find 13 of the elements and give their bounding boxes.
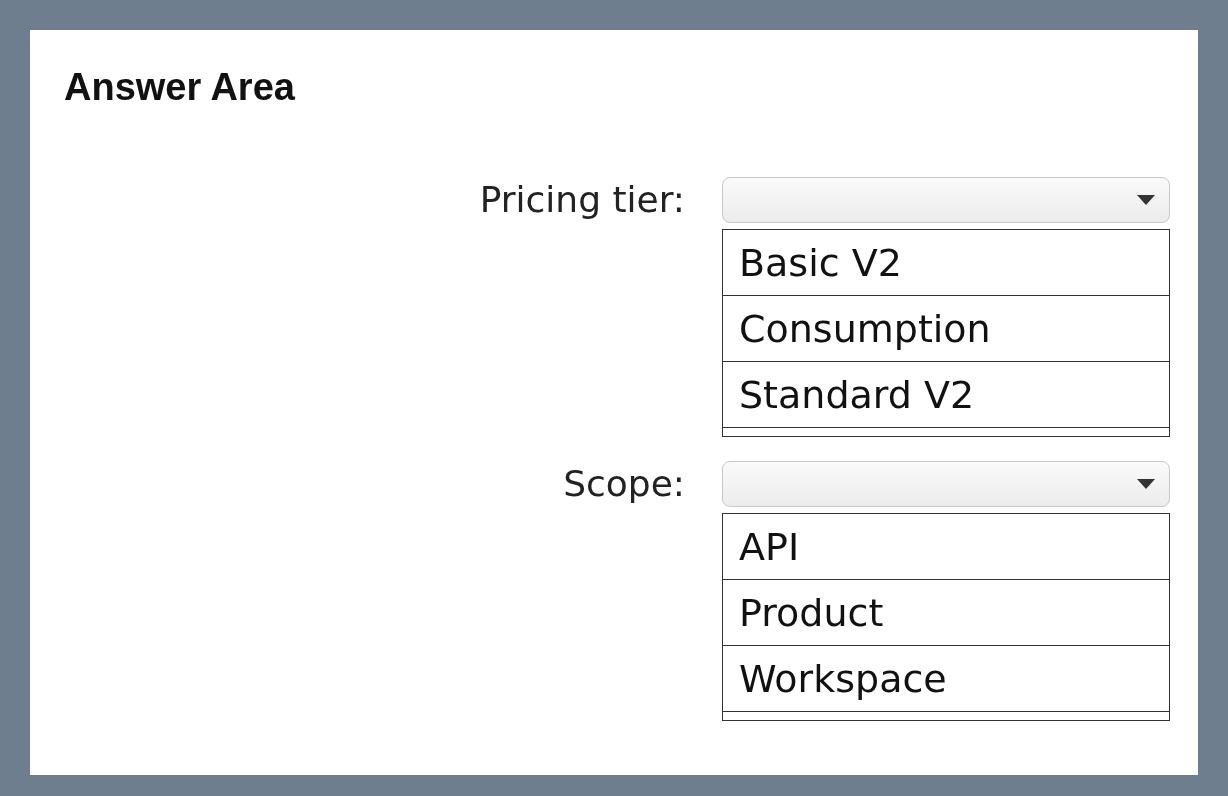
dropdown[interactable] [722, 461, 1170, 507]
option-item[interactable]: Workspace [723, 646, 1169, 712]
option-item[interactable]: Basic V2 [723, 230, 1169, 296]
caret-icon [1137, 479, 1155, 489]
question-label: Pricing tier: [479, 178, 685, 222]
option-item[interactable]: Product [723, 580, 1169, 646]
answer-area-title: Answer Area [64, 66, 295, 109]
option-item[interactable]: Standard V2 [723, 362, 1169, 428]
option-item[interactable]: Consumption [723, 296, 1169, 362]
dropdown[interactable] [722, 177, 1170, 223]
question-label: Scope: [563, 462, 685, 506]
caret-icon [1137, 195, 1155, 205]
option-item[interactable]: API [723, 514, 1169, 580]
